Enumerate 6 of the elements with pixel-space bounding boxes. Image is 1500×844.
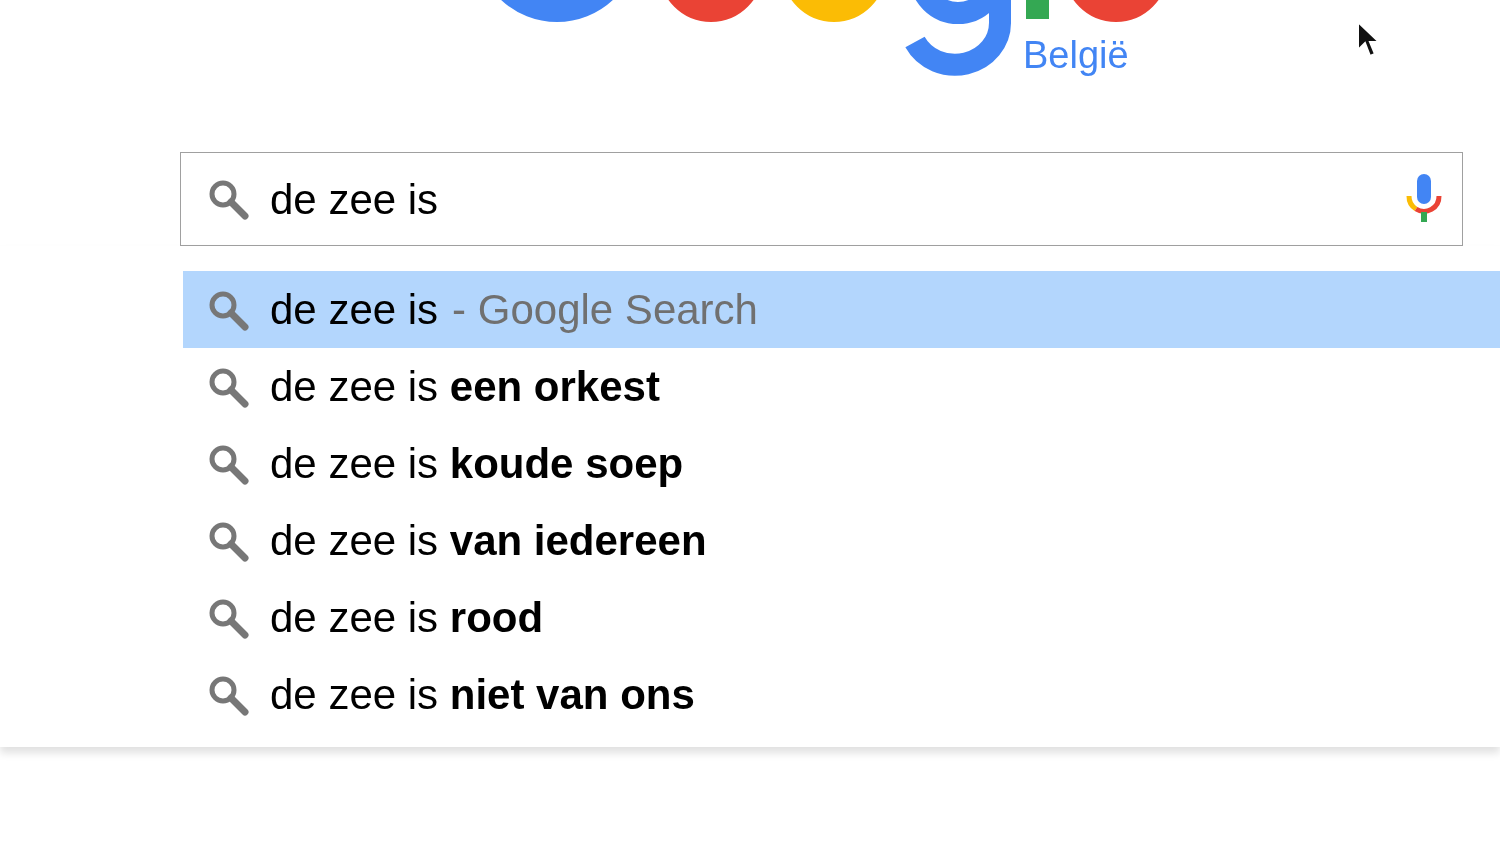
logo-subtitle: België	[1023, 36, 1129, 74]
search-icon	[207, 178, 249, 220]
suggestion-hint: - Google Search	[452, 285, 758, 335]
suggestion-item[interactable]: de zee is - Google Search	[183, 271, 1500, 348]
search-field[interactable]: de zee is	[180, 152, 1463, 246]
search-input[interactable]: de zee is	[270, 167, 1404, 231]
